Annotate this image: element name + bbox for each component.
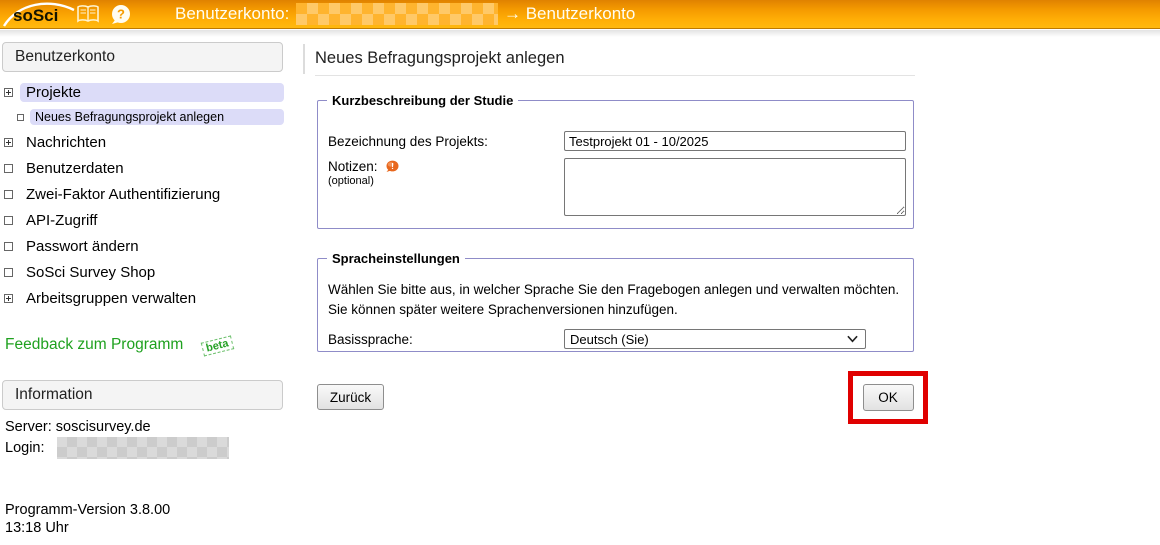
sidebar-item-label: Nachrichten xyxy=(26,134,107,151)
sosci-logo[interactable]: soSci xyxy=(2,1,76,28)
login-info: Login: xyxy=(5,437,229,459)
sidebar-item-arbeitsgruppen-verwalten[interactable]: Arbeitsgruppen verwalten xyxy=(0,288,300,309)
notes-help-icon[interactable]: ! xyxy=(385,160,399,173)
sidebar-item-nachrichten[interactable]: Nachrichten xyxy=(0,132,300,153)
base-language-select[interactable]: Deutsch (Sie) xyxy=(564,329,866,349)
header-shadow xyxy=(0,30,1160,37)
sidebar-item-benutzerdaten[interactable]: Benutzerdaten xyxy=(0,158,300,179)
language-settings-fieldset: Spracheinstellungen Wählen Sie bitte aus… xyxy=(317,251,914,352)
ok-button[interactable]: OK xyxy=(862,384,914,411)
bullet-box-icon[interactable] xyxy=(4,164,13,173)
redacted-username xyxy=(296,3,498,25)
sidebar-item-label: Zwei-Faktor Authentifizierung xyxy=(26,186,221,203)
base-language-selected-value: Deutsch (Sie) xyxy=(570,331,649,347)
feedback-link[interactable]: Feedback zum Programm xyxy=(5,336,183,353)
sidebar-section-title: Benutzerkonto xyxy=(2,42,283,72)
base-language-label: Basissprache: xyxy=(328,332,413,347)
redacted-login xyxy=(56,437,229,459)
ok-highlight-annotation: OK xyxy=(848,371,928,424)
chevron-down-icon xyxy=(847,335,858,343)
sidebar-item-label: SoSci Survey Shop xyxy=(26,264,156,281)
bullet-box-icon[interactable] xyxy=(4,190,13,199)
title-divider xyxy=(303,44,305,74)
server-info: Server: soscisurvey.de xyxy=(5,419,151,435)
help-glyph: ? xyxy=(117,7,125,22)
language-fieldset-legend: Spracheinstellungen xyxy=(327,251,465,266)
notes-textarea[interactable] xyxy=(564,158,906,216)
bullet-box-icon[interactable] xyxy=(4,242,13,251)
bullet-box-icon[interactable] xyxy=(4,268,13,277)
expand-plus-icon[interactable] xyxy=(4,138,13,147)
sosci-survey-page: soSci ? Benutzerkonto: → Benutzerkonto B… xyxy=(0,0,1160,545)
expand-plus-icon[interactable] xyxy=(4,294,13,303)
sidebar-item-zwei-faktor-authentifizierung[interactable]: Zwei-Faktor Authentifizierung xyxy=(0,184,300,205)
notes-label-text: Notizen: xyxy=(328,159,378,174)
study-fieldset-legend: Kurzbeschreibung der Studie xyxy=(327,93,519,108)
sidebar-item-passwort-aendern[interactable]: Passwort ändern xyxy=(0,236,300,257)
logo-text: soSci xyxy=(13,6,58,25)
bullet-box-icon[interactable] xyxy=(17,113,24,121)
server-time: 13:18 Uhr xyxy=(5,520,69,536)
sidebar-item-label: Arbeitsgruppen verwalten xyxy=(26,290,197,307)
sidebar-item-projekte[interactable]: Projekte xyxy=(0,82,300,103)
sidebar-item-label: Passwort ändern xyxy=(26,238,139,255)
breadcrumb-label: Benutzerkonto: xyxy=(175,4,290,23)
notes-label: Notizen: ! xyxy=(328,159,399,174)
sidebar-item-label: API-Zugriff xyxy=(26,212,98,229)
sidebar-item-sosci-survey-shop[interactable]: SoSci Survey Shop xyxy=(0,262,300,283)
project-name-label: Bezeichnung des Projekts: xyxy=(328,134,488,149)
back-button[interactable]: Zurück xyxy=(317,384,384,410)
notes-optional-hint: (optional) xyxy=(328,175,374,187)
sidebar-item-label: Projekte xyxy=(20,83,284,102)
program-version: Programm-Version 3.8.00 xyxy=(5,502,171,518)
help-bubble-icon[interactable]: ? xyxy=(109,4,133,25)
sidebar-item-label: Benutzerdaten xyxy=(26,160,124,177)
page-title: Neues Befragungsprojekt anlegen xyxy=(315,49,915,76)
project-name-input[interactable] xyxy=(564,131,906,151)
language-description: Wählen Sie bitte aus, in welcher Sprache… xyxy=(328,282,900,317)
sidebar-item-api-zugriff[interactable]: API-Zugriff xyxy=(0,210,300,231)
sidebar-menu: Projekte Neues Befragungsprojekt anlegen N… xyxy=(0,82,300,314)
information-section-title: Information xyxy=(2,380,283,410)
login-label: Login: xyxy=(5,439,45,456)
sidebar-item-label: Neues Befragungsprojekt anlegen xyxy=(30,109,284,125)
notes-help-glyph: ! xyxy=(391,161,394,171)
top-header: soSci ? Benutzerkonto: → Benutzerkonto xyxy=(0,0,1160,29)
study-description-fieldset: Kurzbeschreibung der Studie Bezeichnung … xyxy=(317,93,914,229)
sidebar-item-neues-befragungsprojekt-anlegen[interactable]: Neues Befragungsprojekt anlegen xyxy=(0,108,300,126)
expand-plus-icon[interactable] xyxy=(4,88,13,97)
beta-badge: beta xyxy=(200,335,234,357)
bullet-box-icon[interactable] xyxy=(4,216,13,225)
breadcrumb-current[interactable]: → Benutzerkonto xyxy=(504,4,635,24)
feedback-row: Feedback zum Programm beta xyxy=(5,335,234,357)
manual-book-icon[interactable] xyxy=(76,4,100,25)
